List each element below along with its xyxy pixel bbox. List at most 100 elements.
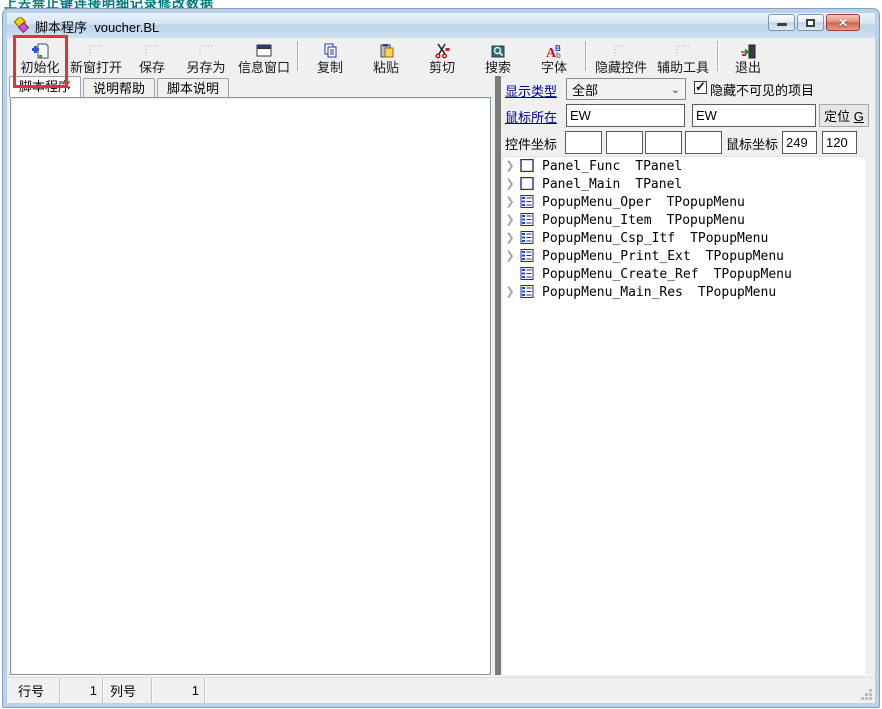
resize-grip[interactable] [857, 678, 875, 703]
title-bar: 脚本程序 voucher.BL ✕ [7, 13, 875, 38]
font-button[interactable]: A B b 字体 [528, 39, 580, 75]
expand-chevron-icon[interactable]: ❯ [503, 157, 517, 175]
disabled-placeholder-icon [143, 42, 161, 60]
popup-menu-icon [520, 213, 534, 226]
tree-item[interactable]: ❯PopupMenu_Create_RefTPopupMenu [503, 265, 865, 283]
search-icon [489, 42, 507, 60]
mouse-in-label: 鼠标所在 [505, 107, 557, 126]
display-type-select[interactable]: 全部 ⌄ [566, 78, 686, 100]
cut-button[interactable]: 剪切 [416, 39, 468, 75]
toolbar-button-label: 字体 [541, 60, 567, 75]
exit-icon [739, 42, 757, 60]
expand-chevron-icon[interactable]: ❯ [503, 247, 517, 265]
maximize-icon [806, 19, 815, 27]
display-type-value: 全部 [572, 80, 598, 99]
control-coord-input-4[interactable] [685, 131, 722, 154]
tree-item[interactable]: ❯PopupMenu_Main_ResTPopupMenu [503, 283, 865, 301]
hide-invisible-label: 隐藏不可见的项目 [710, 80, 814, 99]
resize-grip-icon [861, 689, 873, 701]
toolbar-button-label: 新窗打开 [70, 60, 122, 75]
expand-chevron-icon[interactable]: ❯ [503, 193, 517, 211]
popup-menu-icon [520, 231, 534, 244]
inspector-panel: 显示类型 全部 ⌄ 隐藏不可见的项目 鼠标所在 定位 G 控件坐标 鼠标坐标 [501, 76, 872, 156]
popup-menu-icon [520, 285, 534, 298]
control-coord-input-3[interactable] [645, 131, 682, 154]
panel-icon [520, 177, 534, 190]
search-button[interactable]: 搜索 [472, 39, 524, 75]
window-title: 脚本程序 voucher.BL [35, 17, 159, 36]
save-as-button[interactable]: 另存为 [180, 39, 232, 75]
paste-button[interactable]: 粘贴 [360, 39, 412, 75]
component-tree: ❯Panel_FuncTPanel ❯Panel_MainTPanel ❯Pop… [503, 156, 865, 675]
close-button[interactable]: ✕ [826, 14, 860, 31]
locate-button[interactable]: 定位 G [819, 104, 869, 127]
tab-help[interactable]: 说明帮助 [83, 78, 155, 97]
disabled-placeholder-icon [612, 42, 630, 60]
status-line-label: 行号 [7, 678, 60, 703]
toolbar-button-label: 搜索 [485, 60, 511, 75]
toolbar: 初始化 新窗打开 保存 [7, 38, 875, 76]
toolbar-separator [585, 41, 587, 71]
locate-accelerator: G [854, 109, 864, 124]
tab-script-description[interactable]: 脚本说明 [157, 78, 229, 97]
tree-item[interactable]: ❯Panel_MainTPanel [503, 175, 865, 193]
toolbar-button-label: 保存 [139, 60, 165, 75]
tree-item[interactable]: ❯Panel_FuncTPanel [503, 157, 865, 175]
copy-icon [321, 42, 339, 60]
init-button[interactable]: 初始化 [16, 39, 64, 75]
font-icon: A B b [545, 42, 563, 60]
toolbar-button-label: 粘贴 [373, 60, 399, 75]
mouse-x-input[interactable] [782, 131, 817, 154]
open-new-window-button[interactable]: 新窗打开 [68, 39, 124, 75]
hide-controls-button[interactable]: 隐藏控件 [592, 39, 650, 75]
display-type-label: 显示类型 [505, 81, 557, 100]
popup-menu-icon [520, 195, 534, 208]
mouse-y-input[interactable] [822, 131, 857, 154]
info-window-button[interactable]: 信息窗口 [236, 39, 292, 75]
paste-icon [377, 42, 395, 60]
panel-splitter[interactable] [495, 76, 501, 675]
disabled-placeholder-icon [87, 42, 105, 60]
popup-menu-icon [520, 267, 534, 280]
control-coord-input-1[interactable] [565, 131, 602, 154]
minimize-icon [777, 23, 787, 26]
tree-item[interactable]: ❯PopupMenu_Print_ExtTPopupMenu [503, 247, 865, 265]
tree-item[interactable]: ❯PopupMenu_Csp_ItfTPopupMenu [503, 229, 865, 247]
screen: 上去禁止键连接明细记录修改数据 脚本程序 voucher.BL ✕ [0, 0, 882, 709]
toolbar-separator [297, 41, 299, 71]
disabled-placeholder-icon [197, 42, 215, 60]
script-editor-area[interactable] [10, 97, 491, 675]
disabled-placeholder-icon [674, 42, 692, 60]
expand-chevron-icon[interactable]: ❯ [503, 283, 517, 301]
toolbar-button-label: 剪切 [429, 60, 455, 75]
mouse-in-input-1[interactable] [566, 104, 685, 127]
panel-icon [520, 159, 534, 172]
info-window-icon [255, 42, 273, 60]
status-line-value: 1 [60, 678, 103, 703]
maximize-button[interactable] [797, 14, 824, 31]
diamond-pair-icon [13, 17, 30, 34]
cut-icon [433, 42, 451, 60]
svg-text:b: b [556, 51, 561, 59]
exit-button[interactable]: 退出 [724, 39, 772, 75]
tab-script-program[interactable]: 脚本程序 [9, 76, 81, 97]
status-col-label: 列号 [103, 678, 152, 703]
save-button[interactable]: 保存 [128, 39, 176, 75]
minimize-button[interactable] [768, 14, 795, 31]
toolbar-button-label: 辅助工具 [657, 60, 709, 75]
tab-bar: 脚本程序 说明帮助 脚本说明 [9, 76, 231, 97]
toolbar-button-label: 隐藏控件 [595, 60, 647, 75]
tree-item[interactable]: ❯PopupMenu_OperTPopupMenu [503, 193, 865, 211]
control-coord-input-2[interactable] [606, 131, 643, 154]
aux-tools-button[interactable]: 辅助工具 [654, 39, 712, 75]
status-spacer [205, 678, 857, 703]
background-window-clipped-text: 上去禁止键连接明细记录修改数据 [4, 0, 214, 9]
expand-chevron-icon[interactable]: ❯ [503, 229, 517, 247]
expand-chevron-icon[interactable]: ❯ [503, 175, 517, 193]
tree-item[interactable]: ❯PopupMenu_ItemTPopupMenu [503, 211, 865, 229]
init-doc-icon [31, 42, 49, 60]
expand-chevron-icon[interactable]: ❯ [503, 211, 517, 229]
copy-button[interactable]: 复制 [304, 39, 356, 75]
hide-invisible-checkbox[interactable] [694, 81, 707, 94]
mouse-in-input-2[interactable] [692, 104, 816, 127]
